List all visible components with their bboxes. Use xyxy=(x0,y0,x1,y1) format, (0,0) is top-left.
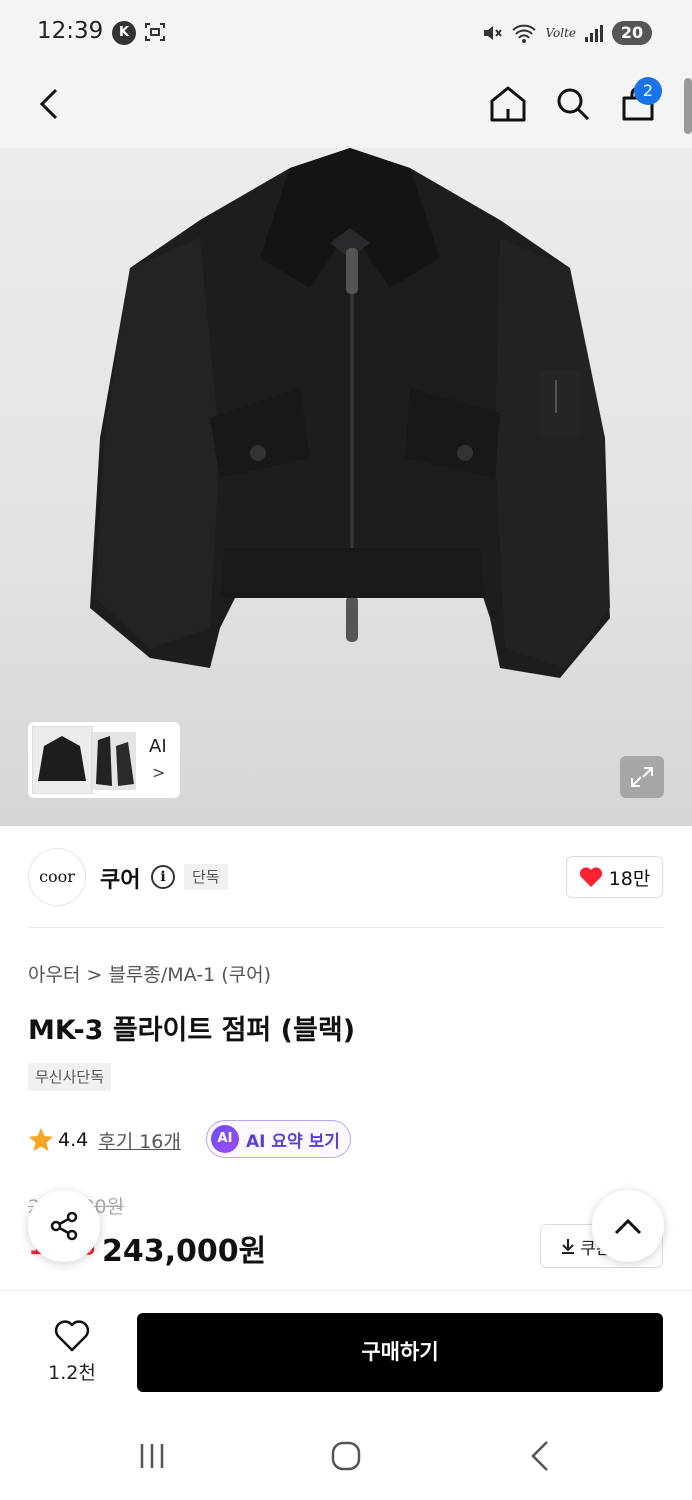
ai-summary-button[interactable]: AI AI 요약 보기 xyxy=(206,1120,351,1158)
volte-label: Volte xyxy=(545,26,576,40)
buy-button[interactable]: 구매하기 xyxy=(137,1313,663,1392)
home-nav-button[interactable] xyxy=(322,1432,370,1480)
heart-outline-icon xyxy=(54,1319,90,1351)
cart-count-badge: 2 xyxy=(634,77,662,105)
screen-capture-icon xyxy=(145,23,165,41)
review-link[interactable]: 후기 16개 xyxy=(98,1127,181,1154)
home-button[interactable] xyxy=(484,80,532,128)
expand-icon xyxy=(631,767,653,787)
chevron-up-icon xyxy=(614,1218,642,1235)
sale-price: 243,000원 xyxy=(102,1234,267,1269)
ai-summary-label: AI 요약 보기 xyxy=(246,1131,340,1152)
expand-image-button[interactable] xyxy=(620,756,664,798)
recent-apps-icon xyxy=(140,1444,164,1468)
share-icon xyxy=(50,1211,78,1241)
star-icon xyxy=(29,1128,53,1151)
scrollbar[interactable] xyxy=(684,78,692,134)
status-bar: 12:39 K Volte 20 xyxy=(0,0,692,64)
thumbnail-image[interactable] xyxy=(32,726,136,794)
battery-indicator: 20 xyxy=(612,21,652,45)
ai-arrow[interactable]: > xyxy=(152,763,165,782)
breadcrumb[interactable]: 아우터 > 블루종/MA-1 (쿠어) xyxy=(28,960,271,987)
thumbnail-strip[interactable] xyxy=(28,722,180,798)
recent-apps-button[interactable] xyxy=(128,1432,176,1480)
search-icon xyxy=(557,88,590,121)
download-icon xyxy=(562,1239,575,1254)
back-button[interactable] xyxy=(26,80,74,128)
brand-like-button[interactable]: 18만 xyxy=(566,856,663,898)
wishlist-button[interactable]: 1.2천 xyxy=(28,1312,116,1392)
musinsa-exclusive-tag: 무신사단독 xyxy=(28,1063,112,1091)
brand-logo[interactable]: coor xyxy=(28,848,86,906)
status-time: 12:39 xyxy=(37,18,104,44)
chevron-left-icon xyxy=(39,88,58,120)
wifi-icon xyxy=(512,24,537,43)
ai-badge-icon: AI xyxy=(211,1125,239,1153)
k-app-icon: K xyxy=(112,21,136,45)
search-button[interactable] xyxy=(549,80,597,128)
product-title: MK-3 플라이트 점퍼 (블랙) xyxy=(28,1015,356,1046)
brand-like-count: 18만 xyxy=(608,867,651,890)
back-nav-button[interactable] xyxy=(516,1432,564,1480)
mute-icon xyxy=(484,26,503,40)
wishlist-count: 1.2천 xyxy=(48,1361,96,1384)
share-button[interactable] xyxy=(28,1190,100,1262)
signal-icon xyxy=(585,25,603,42)
back-nav-icon xyxy=(531,1441,548,1471)
status-icons: Volte 20 xyxy=(481,20,652,46)
info-icon[interactable]: i xyxy=(151,865,175,889)
ai-label[interactable]: AI xyxy=(149,736,167,757)
home-icon xyxy=(490,86,526,122)
scroll-top-button[interactable] xyxy=(592,1190,664,1262)
divider xyxy=(28,927,664,928)
heart-filled-icon xyxy=(579,867,602,887)
exclusive-tag: 단독 xyxy=(184,864,228,890)
app-header xyxy=(0,64,692,148)
brand-name[interactable]: 쿠어 xyxy=(100,862,140,894)
rating-row: 4.4 후기 16개 xyxy=(28,1124,181,1156)
home-circle-icon xyxy=(331,1441,361,1471)
rating-value: 4.4 xyxy=(58,1129,89,1151)
